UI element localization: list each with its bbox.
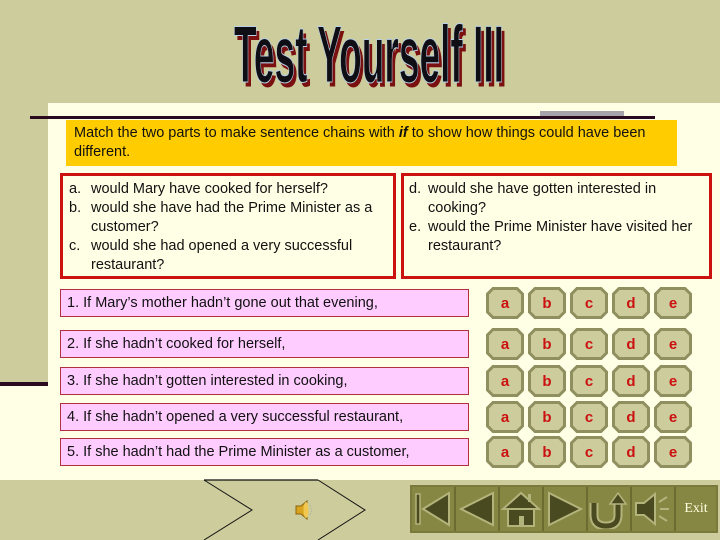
answer-button-1-c[interactable]: c [570,287,608,319]
options-box-left: a. would Mary have cooked for herself? b… [60,173,396,279]
option-e: e. would the Prime Minister have visited… [409,218,703,256]
answer-label: c [584,335,594,353]
decorative-chevrons [203,479,366,540]
answer-label: a [500,408,510,426]
page-title: Test Yourself III Test Yourself III [225,8,515,104]
answer-button-4-a[interactable]: a [486,401,524,433]
options-box-right: d. would she have gotten interested in c… [401,173,712,279]
answer-button-2-a[interactable]: a [486,328,524,360]
instruction-text-before: Match the two parts to make sentence cha… [74,125,399,141]
answer-button-3-c[interactable]: c [570,365,608,397]
answer-button-4-e[interactable]: e [654,401,692,433]
prompt-3: 3. If she hadn’t gotten interested in co… [60,367,469,395]
home-icon [501,491,541,527]
answer-label: e [668,408,678,426]
prompt-4: 4. If she hadn’t opened a very successfu… [60,403,469,431]
next-icon [548,491,584,527]
answer-label: c [584,408,594,426]
chevron-left-shape [203,479,253,540]
title-wordart: Test Yourself III Test Yourself III [234,9,507,104]
option-text: would she have had the Prime Minister as… [91,200,373,235]
option-b: b. would she have had the Prime Minister… [69,199,387,237]
answer-label: e [668,372,678,390]
speaker-icon[interactable] [294,498,316,522]
answer-label: e [668,443,678,461]
prompt-2: 2. If she hadn’t cooked for herself, [60,330,469,358]
answer-button-4-d[interactable]: d [612,401,650,433]
answer-button-3-b[interactable]: b [528,365,566,397]
instruction-keyword: if [398,125,408,141]
option-a: a. would Mary have cooked for herself? [69,180,387,199]
option-text: would she have gotten interested in cook… [428,181,657,216]
instruction-box: Match the two parts to make sentence cha… [66,120,677,166]
left-divider-line [0,382,48,386]
answer-button-5-e[interactable]: e [654,436,692,468]
title-text: Test Yourself III [234,10,504,101]
answer-label: c [584,443,594,461]
answer-label: a [500,335,510,353]
next-slide-button[interactable] [544,487,588,531]
answer-button-2-b[interactable]: b [528,328,566,360]
answer-button-2-e[interactable]: e [654,328,692,360]
answer-label: c [584,294,594,312]
answer-label: d [626,443,636,461]
answer-button-3-a[interactable]: a [486,365,524,397]
answer-label: e [668,335,678,353]
sound-icon [635,491,669,527]
answer-button-5-b[interactable]: b [528,436,566,468]
option-text: would she had opened a very successful r… [91,238,353,273]
option-d: d. would she have gotten interested in c… [409,180,703,218]
previous-icon [458,491,494,527]
answer-button-3-e[interactable]: e [654,365,692,397]
first-icon [415,491,450,527]
answer-button-1-e[interactable]: e [654,287,692,319]
answer-label: b [542,294,552,312]
option-c: c. would she had opened a very successfu… [69,237,387,275]
answer-button-4-c[interactable]: c [570,401,608,433]
answer-button-1-b[interactable]: b [528,287,566,319]
answer-label: b [542,443,552,461]
answer-label: d [626,294,636,312]
option-letter: b. [69,200,82,216]
answer-label: b [542,408,552,426]
answer-button-1-d[interactable]: d [612,287,650,319]
exit-button[interactable]: Exit [676,487,716,531]
answer-button-4-b[interactable]: b [528,401,566,433]
chevron-right-shape [317,479,366,540]
navigation-bar: Exit [410,485,718,533]
option-letter: e. [409,219,422,235]
answer-label: a [500,294,510,312]
option-letter: a. [69,181,82,197]
answer-label: b [542,335,552,353]
answer-label: d [626,335,636,353]
answer-label: d [626,372,636,390]
return-button[interactable] [588,487,632,531]
option-text: would the Prime Minister have visited he… [428,219,693,254]
option-letter: c. [69,238,81,254]
answer-label: a [500,372,510,390]
answer-label: a [500,443,510,461]
answer-label: e [668,294,678,312]
prompt-1: 1. If Mary’s mother hadn’t gone out that… [60,289,469,317]
answer-button-5-c[interactable]: c [570,436,608,468]
return-icon [589,491,628,529]
answer-label: c [584,372,594,390]
sound-button[interactable] [632,487,676,531]
answer-button-2-d[interactable]: d [612,328,650,360]
option-letter: d. [409,181,422,197]
home-button[interactable] [500,487,544,531]
prompt-5: 5. If she hadn’t had the Prime Minister … [60,438,469,466]
answer-button-1-a[interactable]: a [486,287,524,319]
top-divider-line [30,116,655,119]
answer-button-3-d[interactable]: d [612,365,650,397]
first-slide-button[interactable] [412,487,456,531]
previous-slide-button[interactable] [456,487,500,531]
answer-label: b [542,372,552,390]
answer-button-5-d[interactable]: d [612,436,650,468]
answer-label: d [626,408,636,426]
option-text: would Mary have cooked for herself? [91,181,328,197]
answer-button-5-a[interactable]: a [486,436,524,468]
answer-button-2-c[interactable]: c [570,328,608,360]
